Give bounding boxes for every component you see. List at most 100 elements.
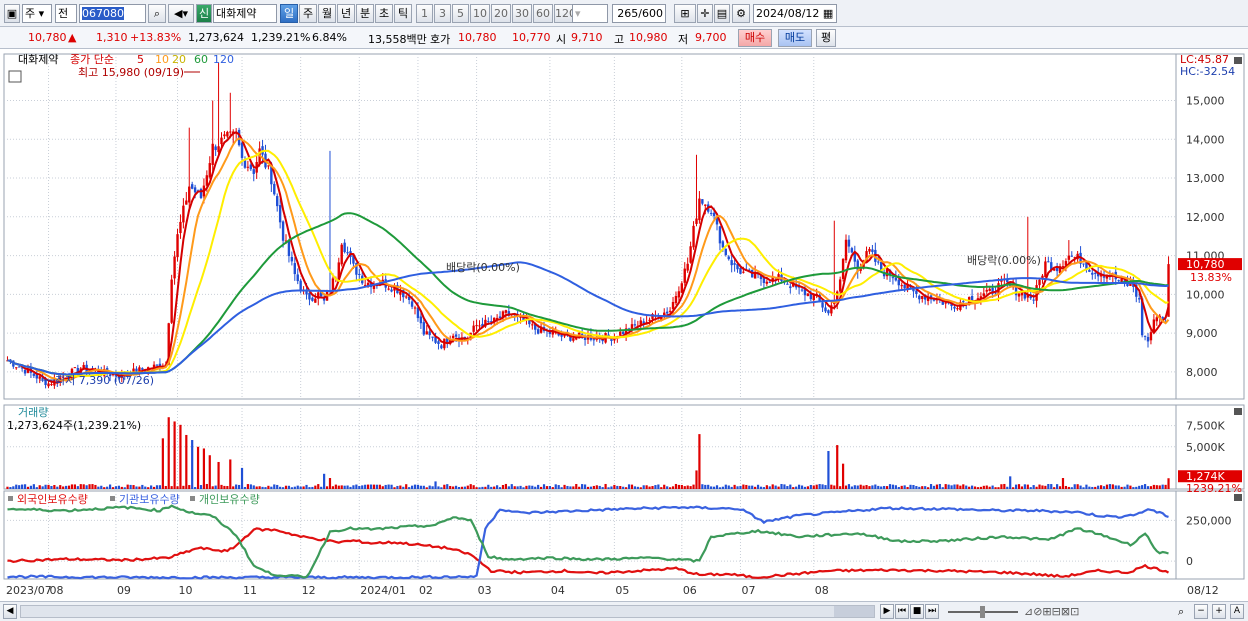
minute-button-30[interactable]: 30 [512,4,532,23]
volume-bar [56,486,59,489]
volume-bar [328,478,332,489]
candle-body [173,256,176,279]
scroll-thumb[interactable] [834,606,874,617]
stock-code-input[interactable]: 067080 [79,4,146,23]
volume-bar [114,486,118,489]
volume-bar [657,484,660,489]
volume-bar [108,484,112,489]
candle-body [1117,280,1120,282]
first-button[interactable]: ⏮ [895,604,909,619]
holdings-legend-1: 기관보유수량 [119,493,180,506]
period-tab-6[interactable]: 틱 [394,4,412,23]
volume-bar [1123,486,1126,489]
scroll-right-button[interactable]: ▶ [880,604,894,619]
candle-body [1088,269,1091,272]
candle-body [692,225,695,248]
minute-button-20[interactable]: 20 [491,4,511,23]
last-button[interactable]: ⏭ [925,604,939,619]
candle-body [1091,272,1094,275]
open-label: 시 [556,33,567,46]
interval-select[interactable]: ▾ [572,4,608,23]
search-icon[interactable]: ⌕ [148,4,166,23]
candle-body [677,291,681,298]
x-tick-label: 10 [179,584,193,597]
minute-button-60[interactable]: 60 [533,4,553,23]
draw-tools-icon[interactable]: ⊿⊘⊞⊟⊠⊡ [1024,605,1079,618]
date-field[interactable]: 2024/08/12 ▦ [753,4,837,23]
candle-body [704,204,707,206]
volume-bar [390,484,393,489]
volume-bar [276,484,279,489]
chart-scrollbar[interactable]: ◀ ▶ ⏮ ■ ⏭ ⊿⊘⊞⊟⊠⊡ ⌕ − + A [0,601,1248,621]
volume-bar [519,485,522,489]
candle-body [440,345,443,349]
period-tab-2[interactable]: 월 [318,4,336,23]
period-tab-1[interactable]: 주 [299,4,317,23]
zoom-slider-handle[interactable] [980,606,985,618]
volume-bar [666,486,669,489]
calendar-icon[interactable]: ▦ [823,7,833,20]
volume-bar [167,417,170,489]
minute-button-5[interactable]: 5 [452,4,469,23]
period-tab-4[interactable]: 분 [356,4,374,23]
volume-bar [586,486,590,489]
volume-bar [26,486,30,489]
zoom-in-button[interactable]: + [1212,604,1226,619]
market-select[interactable]: 주 ▾ [22,4,52,23]
chart-area[interactable]: 8,000 9,000 10,000 11,000 12,000 13,000 14,000… [0,49,1248,603]
new-badge[interactable]: 신 [196,4,212,23]
save-icon[interactable]: ▤ [714,4,730,23]
prev-select[interactable]: 전 [55,4,77,23]
minute-button-10[interactable]: 10 [470,4,490,23]
zoom-out-button[interactable]: − [1194,604,1208,619]
gear-icon[interactable]: ⚙ [732,4,750,23]
volume-bar [935,484,939,489]
volume-bar [384,484,387,489]
volume-bar [155,485,159,489]
volume-bar [1056,484,1059,489]
volume-bar [1132,487,1135,489]
stock-name-field[interactable]: 대화제약 [213,4,277,23]
volume-bar [660,487,663,489]
buy-button[interactable]: 매수 [738,29,772,47]
period-tab-5[interactable]: 초 [375,4,393,23]
volume-bar [803,486,807,489]
sell-button[interactable]: 매도 [778,29,812,47]
candle-body [454,334,458,337]
volume-bar [800,485,804,489]
minute-button-1[interactable]: 1 [416,4,433,23]
count-field[interactable]: 265/600 [612,4,666,23]
scroll-track[interactable] [20,605,875,618]
candle-body [701,199,704,204]
stock-chart[interactable]: 8,0009,00010,00011,00012,00013,00014,000… [0,49,1248,603]
volume-bar [18,485,21,489]
volume-bar [208,455,211,489]
volume-bar [302,486,305,489]
volume-bar [748,485,751,489]
candle-body [410,301,414,307]
minute-button-3[interactable]: 3 [434,4,451,23]
window-menu-icon[interactable]: ▣ [4,4,20,23]
eval-button[interactable]: 평 [816,29,836,47]
candle-body [821,302,824,308]
crosshair-icon[interactable]: ✛ [697,4,713,23]
font-button[interactable]: A [1230,604,1244,619]
zoom-icon[interactable]: ⌕ [1178,605,1184,619]
chart-tool-icon[interactable]: ⊞ [674,4,696,23]
candle-body [214,146,217,151]
volume-bar [229,459,232,489]
candle-body [789,286,792,289]
sound-icon[interactable]: ◀▾ [168,4,194,23]
volume-bar [422,485,425,489]
period-tab-0[interactable]: 일 [280,4,298,23]
volume-bar [1108,484,1111,489]
volume-bar [323,473,326,489]
scroll-left-button[interactable]: ◀ [3,604,17,619]
stop-button[interactable]: ■ [910,604,924,619]
volume-bar [994,487,997,489]
period-tab-3[interactable]: 년 [337,4,355,23]
last-price-label: 10,780 [1186,258,1225,271]
candle-body [619,331,622,336]
volume-bar [962,484,965,489]
volume-value-label: 1,273,624주(1,239.21%) [7,419,141,432]
